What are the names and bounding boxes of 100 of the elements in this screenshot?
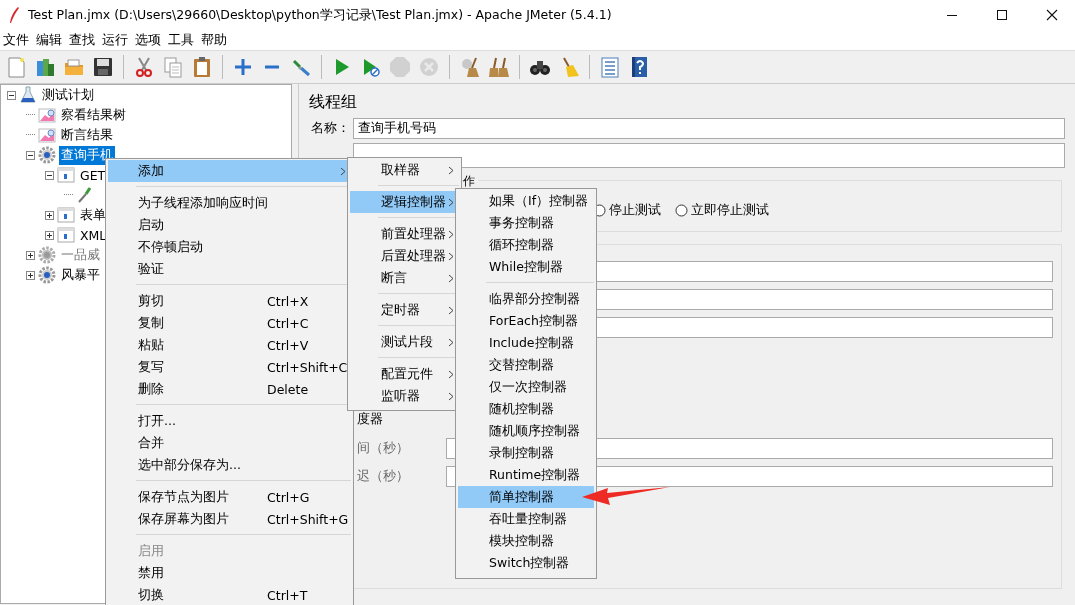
close-icon[interactable] xyxy=(1046,9,1058,21)
menu-item-label: 模块控制器 xyxy=(489,532,554,550)
menu-item-label: While控制器 xyxy=(489,258,563,276)
menu-item[interactable]: 录制控制器 xyxy=(458,442,594,464)
menu-item[interactable]: 定时器 xyxy=(350,299,459,321)
menu-item[interactable]: 打开... xyxy=(108,410,351,432)
tree-item[interactable]: 察看结果树 xyxy=(59,105,128,125)
panel-title: 线程组 xyxy=(309,91,358,113)
collapse-icon[interactable] xyxy=(26,150,35,160)
menu-item[interactable]: 断言 xyxy=(350,267,459,289)
menu-item[interactable]: 剪切 Ctrl+X xyxy=(108,290,351,312)
menu-item[interactable]: 吞吐量控制器 xyxy=(458,508,594,530)
radio-label: 立即停止测试 xyxy=(691,202,769,219)
menu-item[interactable]: 文件 xyxy=(3,31,29,49)
menu-item[interactable]: 编辑 xyxy=(36,31,62,49)
menu-item[interactable]: 选中部分保存为... xyxy=(108,454,351,476)
tree-item[interactable]: 表单 xyxy=(78,205,108,225)
menu-item[interactable]: Switch控制器 xyxy=(458,552,594,574)
menu-item[interactable]: 为子线程添加响应时间 xyxy=(108,192,351,214)
menu-item-label: 仅一次控制器 xyxy=(489,378,567,396)
gear-icon xyxy=(38,246,56,264)
chart-icon xyxy=(38,126,56,144)
menu-item-label: 交替控制器 xyxy=(489,356,554,374)
tree-item[interactable]: 测试计划 xyxy=(40,85,96,105)
menu-item-label: 临界部分控制器 xyxy=(489,290,580,308)
menu-item[interactable]: 合并 xyxy=(108,432,351,454)
menu-item[interactable]: 循环控制器 xyxy=(458,234,594,256)
menu-item[interactable]: 仅一次控制器 xyxy=(458,376,594,398)
menu-item-label: 添加 xyxy=(138,162,165,180)
menu-item[interactable]: 查找 xyxy=(69,31,95,49)
clipboard-icon[interactable] xyxy=(191,56,213,78)
scissors-icon[interactable] xyxy=(133,56,155,78)
menu-item[interactable]: 验证 xyxy=(108,258,351,280)
menu-item[interactable]: 随机顺序控制器 xyxy=(458,420,594,442)
shortcut-label: Ctrl+V xyxy=(267,337,309,353)
tree-item[interactable]: 断言结果 xyxy=(59,125,115,145)
broom-icon[interactable] xyxy=(459,56,481,78)
menu-item[interactable]: 运行 xyxy=(102,31,128,49)
name-field[interactable]: 查询手机号码 xyxy=(353,118,1065,139)
window-icon xyxy=(57,166,75,184)
menu-item[interactable]: 复写 Ctrl+Shift+C xyxy=(108,356,351,378)
menu-item[interactable]: 临界部分控制器 xyxy=(458,288,594,310)
expand-icon[interactable] xyxy=(45,230,54,240)
maximize-icon[interactable] xyxy=(996,9,1008,21)
radio-button[interactable] xyxy=(675,204,688,217)
menu-item-label: Include控制器 xyxy=(489,334,574,352)
menu-item[interactable]: 禁用 xyxy=(108,562,351,584)
folder-icon[interactable] xyxy=(63,56,85,78)
window-title: Test Plan.jmx (D:\Users\29660\Desktop\python学习记录\Test Plan.jmx) - Apache JMeter (5.4.1) xyxy=(28,6,612,24)
list-icon[interactable] xyxy=(599,56,621,78)
menu-item[interactable]: Runtime控制器 xyxy=(458,464,594,486)
flask-icon xyxy=(19,86,37,104)
menu-item[interactable]: 后置处理器 xyxy=(350,245,459,267)
menu-item[interactable]: 复制 Ctrl+C xyxy=(108,312,351,334)
feather-icon xyxy=(8,6,20,24)
menu-item-label: 保存屏幕为图片 xyxy=(138,510,230,528)
menu-item-label: 简单控制器 xyxy=(489,488,554,506)
menu-item[interactable]: ForEach控制器 xyxy=(458,310,594,332)
tree-item[interactable]: XML xyxy=(78,226,109,244)
menu-item[interactable]: 交替控制器 xyxy=(458,354,594,376)
menu-item[interactable]: While控制器 xyxy=(458,256,594,278)
collapse-icon[interactable] xyxy=(7,90,16,100)
shortcut-label: Ctrl+T xyxy=(267,587,308,603)
tree-item[interactable]: GET xyxy=(78,166,108,184)
menu-item[interactable]: 模块控制器 xyxy=(458,530,594,552)
menu-item[interactable]: 如果（If）控制器 xyxy=(458,190,594,212)
menu-item[interactable]: 测试片段 xyxy=(350,331,459,353)
menu-item[interactable]: 切换 Ctrl+T xyxy=(108,584,351,605)
menu-item[interactable]: 保存屏幕为图片 Ctrl+Shift+G xyxy=(108,508,351,530)
menu-item[interactable]: 保存节点为图片 Ctrl+G xyxy=(108,486,351,508)
books-icon[interactable] xyxy=(34,56,56,78)
menu-item[interactable]: 启动 xyxy=(108,214,351,236)
tree-item[interactable]: 风暴平 xyxy=(59,265,102,285)
plus-icon[interactable] xyxy=(232,56,254,78)
expand-icon[interactable] xyxy=(45,210,54,220)
menu-item[interactable]: 粘贴 Ctrl+V xyxy=(108,334,351,356)
collapse-icon[interactable] xyxy=(45,170,54,180)
menu-item-label: 删除 xyxy=(138,380,165,398)
menu-item[interactable]: 帮助 xyxy=(201,31,227,49)
menu-item[interactable]: 取样器 xyxy=(350,159,459,181)
menu-item[interactable]: 事务控制器 xyxy=(458,212,594,234)
gear-icon xyxy=(38,146,56,164)
brooms-icon[interactable] xyxy=(488,56,510,78)
radio-label: 停止测试 xyxy=(609,202,661,219)
menu-item-label: 启动 xyxy=(138,216,165,234)
expand-icon[interactable] xyxy=(26,270,35,280)
menu-item[interactable]: 随机控制器 xyxy=(458,398,594,420)
menu-item-label: 剪切 xyxy=(138,292,165,310)
menu-item[interactable]: 不停顿启动 xyxy=(108,236,351,258)
menu-item[interactable]: 监听器 xyxy=(350,385,459,407)
menu-item[interactable]: 配置元件 xyxy=(350,363,459,385)
menu-item-label: 前置处理器 xyxy=(381,225,446,243)
menu-item[interactable]: 工具 xyxy=(168,31,194,49)
menu-item[interactable]: 简单控制器 xyxy=(458,486,594,508)
shortcut-label: Delete xyxy=(267,381,309,397)
menu-item[interactable]: 选项 xyxy=(135,31,161,49)
field-label: 迟（秒） xyxy=(357,468,410,485)
menu-item[interactable]: 前置处理器 xyxy=(350,223,459,245)
menu-item[interactable]: 删除 Delete xyxy=(108,378,351,400)
menu-item[interactable]: Include控制器 xyxy=(458,332,594,354)
